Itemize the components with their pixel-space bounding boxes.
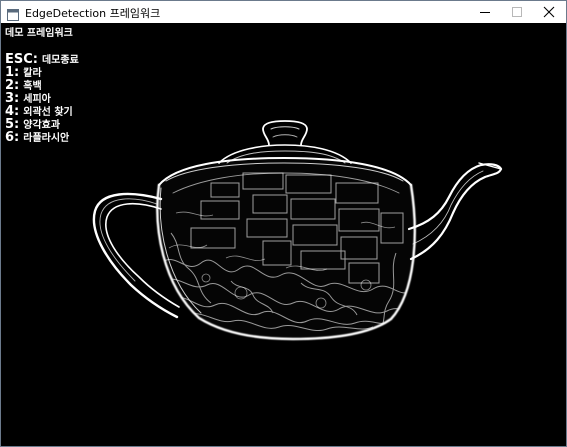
close-icon xyxy=(543,6,555,18)
menu-item-6: 6: 라플라시안 xyxy=(5,131,79,144)
overlay-heading: 데모 프레임워크 xyxy=(5,28,73,39)
demo-menu-overlay: 데모 프레임워크 ESC: 데모종료 1: 칼라 2: 흑백 3: 세피아 4: 외곽선 … xyxy=(5,27,79,144)
minimize-button[interactable] xyxy=(469,1,501,23)
edge-detected-teapot xyxy=(92,120,503,341)
render-viewport[interactable]: 데모 프레임워크 ESC: 데모종료 1: 칼라 2: 흑백 3: 세피아 4: 외곽선 … xyxy=(1,23,566,446)
maximize-button[interactable] xyxy=(501,1,533,23)
menu-key: 6: xyxy=(5,130,20,145)
title-bar[interactable]: EdgeDetection 프레임워크 xyxy=(1,1,566,23)
app-window-icon xyxy=(7,6,19,21)
close-button[interactable] xyxy=(533,1,565,23)
menu-label: 외곽선 찾기 xyxy=(23,107,73,118)
menu-label: 칼라 xyxy=(23,68,42,79)
app-window: EdgeDetection 프레임워크 데모 프레임워크 ESC: 데모종료 1… xyxy=(0,0,567,447)
menu-label: 양각효과 xyxy=(23,120,61,131)
maximize-icon xyxy=(512,7,522,17)
teapot-body-texture xyxy=(157,158,415,339)
minimize-icon xyxy=(480,12,490,13)
menu-label: 데모종료 xyxy=(41,55,79,66)
window-title: EdgeDetection 프레임워크 xyxy=(25,7,161,20)
menu-label: 흑백 xyxy=(23,81,42,92)
menu-label: 라플라시안 xyxy=(23,133,70,144)
menu-label: 세피아 xyxy=(23,94,51,105)
